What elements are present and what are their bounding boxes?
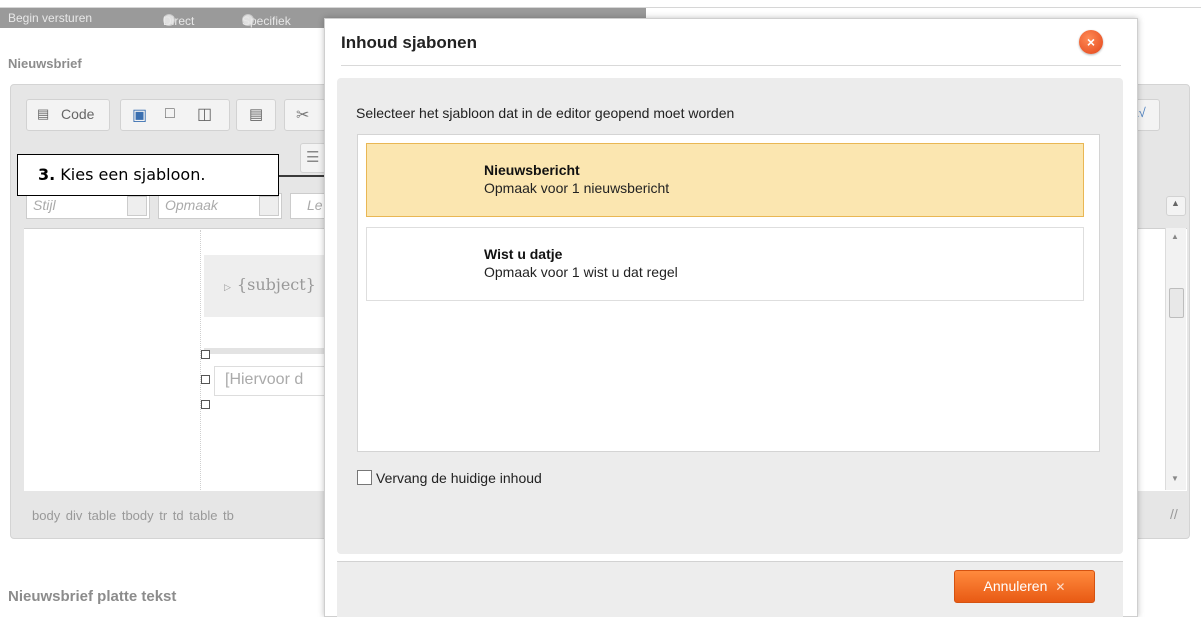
replace-content-checkbox[interactable]	[357, 470, 372, 485]
instruction-callout: 3. Kies een sjabloon.	[17, 154, 279, 196]
close-icon: ✕	[1055, 580, 1066, 594]
style-select-value: Stijl	[33, 197, 56, 213]
templates-button[interactable]: ▤	[236, 99, 276, 131]
template-item-wist-u-datje[interactable]: Wist u datje Opmaak voor 1 wist u dat re…	[366, 227, 1084, 301]
arrow-down-icon[interactable]: ▼	[1171, 474, 1179, 483]
cut-button[interactable]: ✂	[284, 99, 326, 131]
resize-handle[interactable]	[201, 400, 210, 409]
callout-step: 3.	[38, 165, 56, 184]
top-border	[0, 0, 1201, 8]
radio-direct-label: Direct	[163, 14, 195, 28]
scroll-up-button[interactable]: ▲	[1166, 196, 1186, 216]
dialog-divider	[341, 65, 1121, 66]
scroll-thumb[interactable]	[1169, 288, 1184, 318]
cancel-button-label: Annuleren	[983, 578, 1048, 594]
dialog-title: Inhoud sjabonen	[341, 33, 477, 52]
save-icon[interactable]: ▣	[132, 105, 147, 125]
style-select[interactable]: Stijl	[26, 193, 150, 219]
placeholder-cell: [Hiervoor d	[214, 366, 328, 396]
resize-grip-icon[interactable]: //	[1170, 506, 1178, 522]
font-select-value: Le	[307, 197, 323, 213]
resize-handle[interactable]	[201, 350, 210, 359]
send-label: Begin versturen	[8, 11, 93, 25]
code-button[interactable]: ▤ Code	[26, 99, 110, 131]
close-icon[interactable]: ×	[1079, 30, 1103, 54]
triangle-icon: ▷	[224, 283, 231, 293]
template-list: Nieuwsbericht Opmaak voor 1 nieuwsberich…	[357, 134, 1100, 452]
chevron-down-icon	[127, 196, 147, 216]
scissors-icon: ✂	[296, 107, 310, 124]
arrow-up-icon[interactable]: ▲	[1171, 232, 1179, 241]
template-name: Wist u datje	[484, 246, 563, 262]
templates-dialog: Inhoud sjabonen × Selecteer het sjabloon…	[324, 18, 1138, 617]
newsletter-section-title: Nieuwsbrief	[8, 56, 82, 71]
divider-bar	[204, 348, 324, 354]
cancel-button[interactable]: Annuleren ✕	[954, 570, 1095, 603]
subject-cell: ▷ {subject}	[204, 255, 324, 317]
chevron-down-icon	[259, 196, 279, 216]
code-button-label: Code	[61, 106, 95, 122]
template-description: Opmaak voor 1 nieuwsbericht	[484, 180, 670, 196]
font-select[interactable]: Le	[290, 193, 328, 219]
callout-text: Kies een sjabloon.	[55, 165, 206, 184]
bullet-list-icon: ☰	[306, 149, 320, 166]
dialog-body: Selecteer het sjabloon dat in de editor …	[337, 78, 1123, 554]
dialog-instruction: Selecteer het sjabloon dat in de editor …	[356, 105, 735, 121]
format-select[interactable]: Opmaak	[158, 193, 282, 219]
dialog-footer: Annuleren ✕	[337, 561, 1123, 617]
templates-icon: ▤	[249, 106, 264, 123]
placeholder-text: [Hiervoor d	[225, 371, 304, 388]
replace-content-option[interactable]: Vervang de huidige inhoud	[357, 470, 542, 486]
radio-specific-label: Specifiek	[242, 14, 291, 28]
template-description: Opmaak voor 1 wist u dat regel	[484, 264, 678, 280]
editor-scrollbar[interactable]: ▲ ▼	[1165, 228, 1186, 490]
template-item-nieuwsbericht[interactable]: Nieuwsbericht Opmaak voor 1 nieuwsberich…	[366, 143, 1084, 217]
new-page-icon[interactable]: □	[165, 105, 175, 123]
code-icon: ▤	[37, 106, 50, 121]
subject-placeholder: ▷ {subject}	[224, 275, 316, 294]
preview-icon[interactable]: ◫	[197, 104, 212, 124]
plain-text-section-title: Nieuwsbrief platte tekst	[8, 588, 177, 605]
template-name: Nieuwsbericht	[484, 162, 580, 178]
replace-content-label: Vervang de huidige inhoud	[376, 470, 542, 486]
format-select-value: Opmaak	[165, 197, 218, 213]
element-path: body div table tbody tr td table tb	[32, 508, 234, 523]
resize-handle[interactable]	[201, 375, 210, 384]
document-tools-group: ▣ □ ◫	[120, 99, 230, 131]
arrow-up-icon: ▲	[1171, 198, 1180, 208]
